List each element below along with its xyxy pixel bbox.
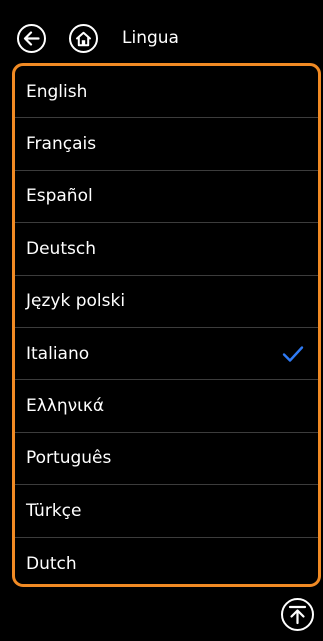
home-icon xyxy=(76,31,91,46)
language-item-italiano[interactable]: Italiano xyxy=(15,328,318,381)
language-label: Deutsch xyxy=(26,238,96,259)
back-button[interactable] xyxy=(17,24,46,53)
language-item-espanol[interactable]: Español xyxy=(15,171,318,224)
language-item-turkce[interactable]: Türkçe xyxy=(15,485,318,538)
arrow-left-icon xyxy=(23,31,40,46)
header-bar: Lingua xyxy=(0,0,323,62)
scroll-to-top-button[interactable] xyxy=(281,598,314,631)
language-label: Ελληνικά xyxy=(26,396,105,417)
language-label: Język polski xyxy=(26,291,126,312)
language-list: English Français Español Deutsch Język p… xyxy=(12,63,321,587)
language-item-polski[interactable]: Język polski xyxy=(15,276,318,328)
language-item-dutch[interactable]: Dutch xyxy=(15,538,318,584)
language-item-greek[interactable]: Ελληνικά xyxy=(15,380,318,433)
page-title: Lingua xyxy=(122,28,179,48)
language-item-english[interactable]: English xyxy=(15,66,318,119)
language-label: Español xyxy=(26,186,93,207)
language-item-portugues[interactable]: Português xyxy=(15,433,318,486)
language-label: Italiano xyxy=(26,343,90,364)
language-label: Français xyxy=(26,134,97,155)
checkmark-icon xyxy=(282,345,304,362)
arrow-up-to-top-icon xyxy=(288,605,307,624)
language-item-francais[interactable]: Français xyxy=(15,118,318,171)
home-button[interactable] xyxy=(69,24,98,53)
language-label: English xyxy=(26,81,88,102)
language-label: Dutch xyxy=(26,553,77,574)
language-label: Português xyxy=(26,448,112,469)
language-label: Türkçe xyxy=(26,500,82,521)
language-item-deutsch[interactable]: Deutsch xyxy=(15,223,318,276)
